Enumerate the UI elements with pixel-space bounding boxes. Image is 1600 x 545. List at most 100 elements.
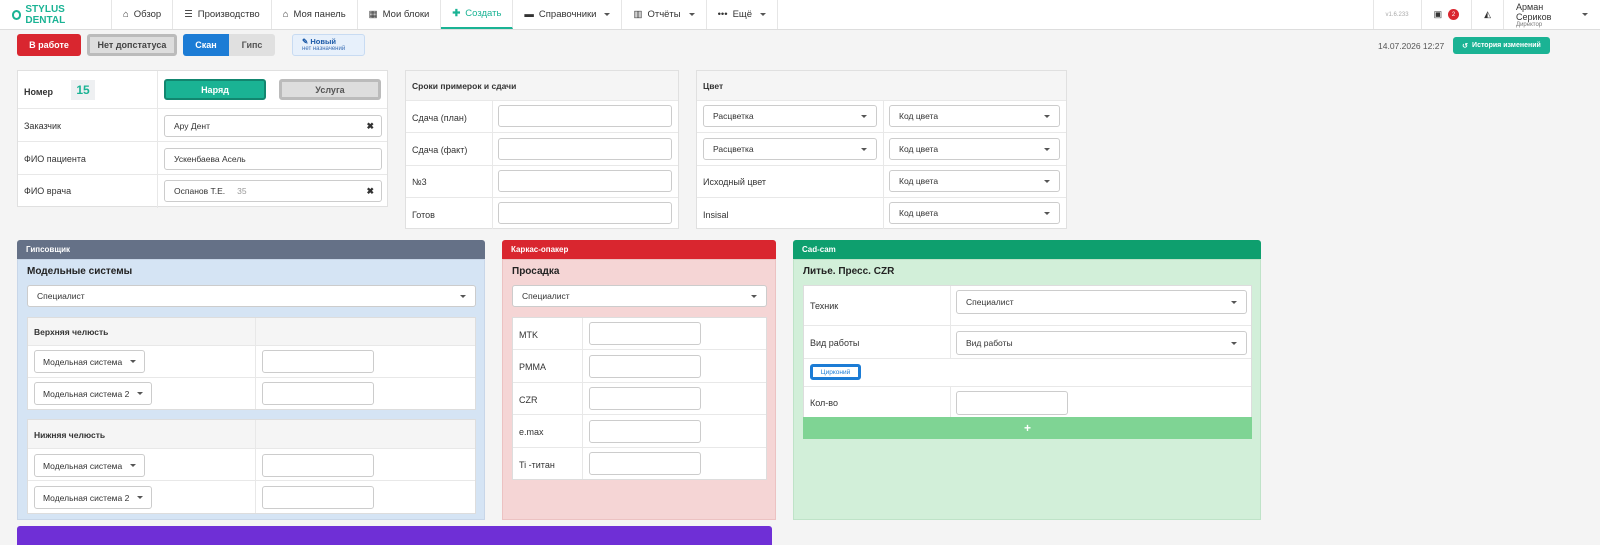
- nav-reports[interactable]: ▥ Отчёты: [622, 0, 707, 29]
- in-work-button[interactable]: В работе: [17, 34, 81, 56]
- tooth-icon: [12, 9, 22, 20]
- color-code-select-2[interactable]: Код цвета: [889, 138, 1060, 160]
- insisal-label: Insisal: [703, 210, 729, 220]
- shade-select-1[interactable]: Расцветка: [703, 105, 877, 127]
- lower-model-system-2-dropdown[interactable]: Модельная система 2: [34, 486, 153, 509]
- nav-more[interactable]: ••• Ещё: [707, 0, 779, 29]
- order-card: Номер 15 Наряд Услуга Заказчик Ару Дент ✖…: [17, 70, 388, 208]
- mtk-label: MTK: [519, 330, 538, 340]
- color-title: Цвет: [703, 81, 724, 91]
- lower-jaw-title: Нижняя челюсть: [34, 430, 106, 440]
- chevron-down-icon: [1582, 13, 1588, 16]
- chevron-down-icon: [1231, 301, 1237, 304]
- frame-materials-card: MTK PMMA CZR e.max Ti -титан: [512, 317, 767, 480]
- zirconium-tag[interactable]: Цирконий: [810, 364, 861, 380]
- notifications-button[interactable]: ◭: [1471, 0, 1503, 29]
- doctor-label: ФИО врача: [24, 186, 72, 196]
- chevron-down-icon: [1231, 342, 1237, 345]
- chevron-down-icon: [751, 295, 757, 298]
- add-item-button[interactable]: +: [803, 417, 1252, 439]
- service-type-button[interactable]: Услуга: [279, 79, 381, 100]
- upper-model-system-dropdown[interactable]: Модельная система: [34, 350, 146, 373]
- book-icon: ▬: [524, 9, 534, 20]
- chevron-down-icon: [760, 13, 767, 16]
- order-number-label: Номер: [24, 87, 54, 97]
- technician-label: Техник: [810, 301, 839, 311]
- order-type-button[interactable]: Наряд: [164, 79, 266, 100]
- gifts-button[interactable]: ▣ 2: [1420, 0, 1472, 29]
- scan-button[interactable]: Скан: [183, 34, 229, 56]
- chevron-down-icon: [1044, 180, 1050, 183]
- fact-date-input[interactable]: [498, 138, 672, 160]
- color-code-select-3[interactable]: Код цвета: [889, 170, 1060, 192]
- upper-jaw-title: Верхняя челюсть: [34, 327, 109, 337]
- upper-model-system-2-input[interactable]: [262, 382, 374, 405]
- titanium-input[interactable]: [589, 452, 701, 475]
- quantity-input[interactable]: [956, 391, 1068, 415]
- upper-model-system-2-dropdown[interactable]: Модельная система 2: [34, 382, 153, 405]
- upper-model-system-input[interactable]: [262, 350, 374, 373]
- frame-section: Каркас-опакер Просадка Специалист MTK PM…: [502, 240, 776, 520]
- nav-create[interactable]: ✚ Создать: [441, 0, 514, 29]
- shade-select-2[interactable]: Расцветка: [703, 138, 877, 160]
- color-code-select-4[interactable]: Код цвета: [889, 202, 1060, 224]
- fitting-3-input[interactable]: [498, 170, 672, 192]
- history-button[interactable]: ↺ История изменений: [1453, 37, 1550, 54]
- doctor-field[interactable]: Оспанов Т.Е. 35 ✖: [164, 180, 382, 202]
- gift-icon: ▣: [1433, 9, 1443, 19]
- new-status-badge[interactable]: ✎ Новый нет назначений: [292, 34, 365, 56]
- dates-card: Сроки примерок и сдачи Сдача (план) Сдач…: [405, 70, 679, 229]
- list-icon: ☰: [184, 9, 193, 20]
- emax-input[interactable]: [589, 420, 701, 443]
- nav-my-blocks[interactable]: ▦ Мои блоки: [358, 0, 442, 29]
- lower-model-system-2-input[interactable]: [262, 486, 374, 509]
- plan-date-input[interactable]: [498, 105, 672, 127]
- plaster-header: Гипсовщик: [17, 240, 485, 259]
- chevron-down-icon: [688, 13, 695, 16]
- frame-specialist-select[interactable]: Специалист: [512, 285, 767, 307]
- plan-date-label: Сдача (план): [412, 113, 467, 123]
- user-menu[interactable]: Арман Сериков Директор: [1503, 0, 1600, 29]
- pmma-label: PMMA: [519, 362, 546, 372]
- datetime: 14.07.2026 12:27: [1378, 41, 1445, 51]
- plaster-section: Гипсовщик Модельные системы Специалист В…: [17, 240, 485, 520]
- ready-input[interactable]: [498, 202, 672, 224]
- chevron-down-icon: [137, 392, 144, 395]
- plus-icon: ✚: [452, 8, 461, 19]
- plaster-button[interactable]: Гипс: [229, 34, 275, 56]
- customer-label: Заказчик: [24, 121, 61, 131]
- no-status-button[interactable]: Нет допстатуса: [87, 34, 177, 56]
- lower-model-system-input[interactable]: [262, 454, 374, 477]
- next-section-header: [17, 526, 772, 545]
- clear-icon[interactable]: ✖: [366, 186, 374, 197]
- technician-select[interactable]: Специалист: [956, 290, 1247, 314]
- chevron-down-icon: [604, 13, 611, 16]
- plaster-specialist-select[interactable]: Специалист: [27, 285, 476, 307]
- nav-references[interactable]: ▬ Справочники: [513, 0, 623, 29]
- work-type-select[interactable]: Вид работы: [956, 331, 1247, 355]
- customer-field[interactable]: Ару Дент ✖: [164, 115, 382, 137]
- nav-production[interactable]: ☰ Производство: [173, 0, 272, 29]
- work-type-label: Вид работы: [810, 338, 860, 348]
- patient-field[interactable]: Ускенбаева Асель: [164, 148, 382, 170]
- plaster-title: Модельные системы: [27, 266, 133, 277]
- chevron-down-icon: [861, 148, 867, 151]
- chevron-down-icon: [460, 295, 466, 298]
- frame-header: Каркас-опакер: [502, 240, 776, 259]
- nav-overview[interactable]: ⌂ Обзор: [111, 0, 174, 29]
- chevron-down-icon: [1044, 148, 1050, 151]
- chevron-down-icon: [1044, 115, 1050, 118]
- color-code-select-1[interactable]: Код цвета: [889, 105, 1060, 127]
- dates-title: Сроки примерок и сдачи: [412, 81, 517, 91]
- version-label: v1.6.233: [1372, 0, 1421, 29]
- chevron-down-icon: [1044, 212, 1050, 215]
- source-color-label: Исходный цвет: [703, 177, 767, 187]
- czr-input[interactable]: [589, 387, 701, 410]
- clear-icon[interactable]: ✖: [366, 121, 374, 132]
- nav-my-panel[interactable]: ⌂ Моя панель: [272, 0, 358, 29]
- mtk-input[interactable]: [589, 322, 701, 345]
- app-logo[interactable]: STYLUS DENTAL: [0, 0, 111, 29]
- lower-model-system-dropdown[interactable]: Модельная система: [34, 454, 146, 477]
- pmma-input[interactable]: [589, 355, 701, 378]
- lower-jaw-card: Нижняя челюсть Модельная система Модельн…: [27, 419, 476, 514]
